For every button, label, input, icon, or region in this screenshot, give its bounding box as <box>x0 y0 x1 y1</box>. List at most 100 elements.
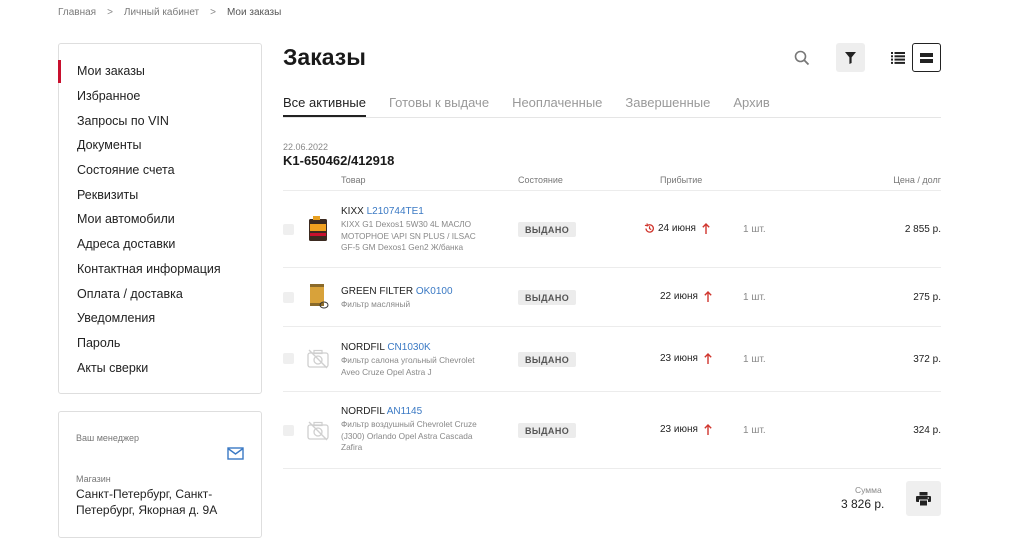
arrow-up-icon <box>702 223 710 234</box>
price: 275 р. <box>913 292 941 303</box>
table-row[interactable]: NORDFIL AN1145 Фильтр воздушный Chevrole… <box>283 392 941 468</box>
sidebar-item-payment-delivery[interactable]: Оплата / доставка <box>59 281 261 306</box>
header-price: Цена / долг <box>893 175 941 185</box>
history-icon <box>644 223 654 233</box>
sidebar-item-delivery-addresses[interactable]: Адреса доставки <box>59 232 261 257</box>
price: 372 р. <box>913 354 941 365</box>
product-thumbnail[interactable] <box>304 282 332 310</box>
status-badge: ВЫДАНО <box>518 423 577 438</box>
header-status: Состояние <box>518 175 563 185</box>
sidebar-item-password[interactable]: Пароль <box>59 331 261 356</box>
quantity: 1 шт. <box>743 224 766 235</box>
sidebar-item-account-state[interactable]: Состояние счета <box>59 158 261 183</box>
row-divider <box>283 468 941 469</box>
print-button[interactable] <box>906 481 941 516</box>
table-row[interactable]: GREEN FILTER OK0100 Фильтр масляный ВЫДА… <box>283 268 941 326</box>
product-code-link[interactable]: CN1030K <box>387 342 430 353</box>
table-row[interactable]: KIXX L210744TE1 KIXX G1 Dexos1 5W30 4L М… <box>283 191 941 267</box>
oil-filter-icon <box>310 284 329 309</box>
sum-value: 3 826 р. <box>841 497 885 511</box>
product-brand: GREEN FILTER <box>341 286 414 297</box>
breadcrumb-current: Мои заказы <box>226 7 282 18</box>
no-image-icon <box>307 421 329 441</box>
arrival-date: 22 июня <box>660 291 712 302</box>
header-arrival: Прибытие <box>660 175 703 185</box>
tab-all-active[interactable]: Все активные <box>283 95 366 117</box>
product-brand: KIXX <box>341 206 364 217</box>
row-checkbox[interactable] <box>283 353 294 364</box>
row-checkbox[interactable] <box>283 224 294 235</box>
product-code-link[interactable]: AN1145 <box>387 406 422 417</box>
tab-ready[interactable]: Готовы к выдаче <box>389 95 489 117</box>
arrival-date-text: 23 июня <box>660 353 698 364</box>
manager-card: Ваш менеджер Магазин Санкт-Петербург, Са… <box>58 411 262 538</box>
filter-button[interactable] <box>836 43 865 72</box>
product-code-link[interactable]: L210744TE1 <box>367 206 424 217</box>
sidebar-item-requisites[interactable]: Реквизиты <box>59 182 261 207</box>
product-name: NORDFIL CN1030K <box>341 342 491 353</box>
sidebar: Мои заказы Избранное Запросы по VIN Доку… <box>58 43 262 394</box>
product-brand: NORDFIL <box>341 406 385 417</box>
product-thumbnail[interactable] <box>304 215 332 243</box>
store-label: Магазин <box>76 474 111 484</box>
breadcrumb-home[interactable]: Главная <box>58 7 96 18</box>
list-view-button[interactable] <box>883 43 912 72</box>
mail-icon[interactable] <box>227 447 244 460</box>
product-description: KIXX G1 Dexos1 5W30 4L МАСЛО МОТОРНОЕ \A… <box>341 219 476 252</box>
order-tabs: Все активные Готовы к выдаче Неоплаченны… <box>283 95 793 117</box>
print-icon <box>916 491 931 506</box>
tabs-divider <box>283 117 941 118</box>
status-badge: ВЫДАНО <box>518 352 577 367</box>
quantity: 1 шт. <box>743 354 766 365</box>
manager-label: Ваш менеджер <box>76 433 139 443</box>
row-checkbox[interactable] <box>283 292 294 303</box>
price: 2 855 р. <box>904 224 941 235</box>
product-description: Фильтр воздушный Chevrolet Cruze (J300) … <box>341 419 477 452</box>
product-brand: NORDFIL <box>341 342 385 353</box>
tab-archive[interactable]: Архив <box>733 95 769 117</box>
sidebar-item-notifications[interactable]: Уведомления <box>59 306 261 331</box>
breadcrumb-cabinet[interactable]: Личный кабинет <box>124 7 199 18</box>
arrival-date-text: 23 июня <box>660 424 698 435</box>
header-product: Товар <box>341 175 366 185</box>
product-description: Фильтр масляный <box>341 299 411 309</box>
price: 324 р. <box>913 425 941 436</box>
filter-icon <box>845 51 856 64</box>
arrow-up-icon <box>704 353 712 364</box>
breadcrumb-separator: > <box>210 7 216 18</box>
sidebar-item-favorites[interactable]: Избранное <box>59 84 261 109</box>
arrow-up-icon <box>704 424 712 435</box>
product-thumbnail[interactable] <box>304 345 332 373</box>
product-thumbnail[interactable] <box>304 417 332 445</box>
arrival-date-text: 24 июня <box>658 223 696 234</box>
product-description: Фильтр салона угольный Chevrolet Aveo Cr… <box>341 355 475 377</box>
compact-view-button[interactable] <box>912 43 941 72</box>
sidebar-item-reconciliation[interactable]: Акты сверки <box>59 355 261 380</box>
product-code-link[interactable]: OK0100 <box>416 286 453 297</box>
sidebar-item-my-cars[interactable]: Мои автомобили <box>59 207 261 232</box>
arrival-date-text: 22 июня <box>660 291 698 302</box>
sidebar-item-contact-info[interactable]: Контактная информация <box>59 257 261 282</box>
breadcrumb: Главная > Личный кабинет > Мои заказы <box>58 7 281 18</box>
status-badge: ВЫДАНО <box>518 222 577 237</box>
store-address: Санкт-Петербург, Санкт-Петербург, Якорна… <box>76 487 218 517</box>
order-date: 22.06.2022 <box>283 142 329 152</box>
order-number[interactable]: K1-650462/412918 <box>283 153 394 168</box>
arrival-date: 23 июня <box>660 424 712 435</box>
table-row[interactable]: NORDFIL CN1030K Фильтр салона угольный C… <box>283 327 941 391</box>
tab-completed[interactable]: Завершенные <box>625 95 710 117</box>
sidebar-item-my-orders[interactable]: Мои заказы <box>58 59 261 84</box>
page-title: Заказы <box>283 44 366 70</box>
search-icon <box>794 50 809 65</box>
row-checkbox[interactable] <box>283 425 294 436</box>
product-name: GREEN FILTER OK0100 <box>341 286 491 297</box>
product-name: NORDFIL AN1145 <box>341 406 491 417</box>
quantity: 1 шт. <box>743 425 766 436</box>
search-button[interactable] <box>787 43 816 72</box>
tab-unpaid[interactable]: Неоплаченные <box>512 95 602 117</box>
sidebar-item-documents[interactable]: Документы <box>59 133 261 158</box>
sidebar-item-vin-requests[interactable]: Запросы по VIN <box>59 108 261 133</box>
sum-label: Сумма <box>855 485 882 495</box>
oil-can-icon <box>309 216 327 241</box>
breadcrumb-separator: > <box>107 7 113 18</box>
